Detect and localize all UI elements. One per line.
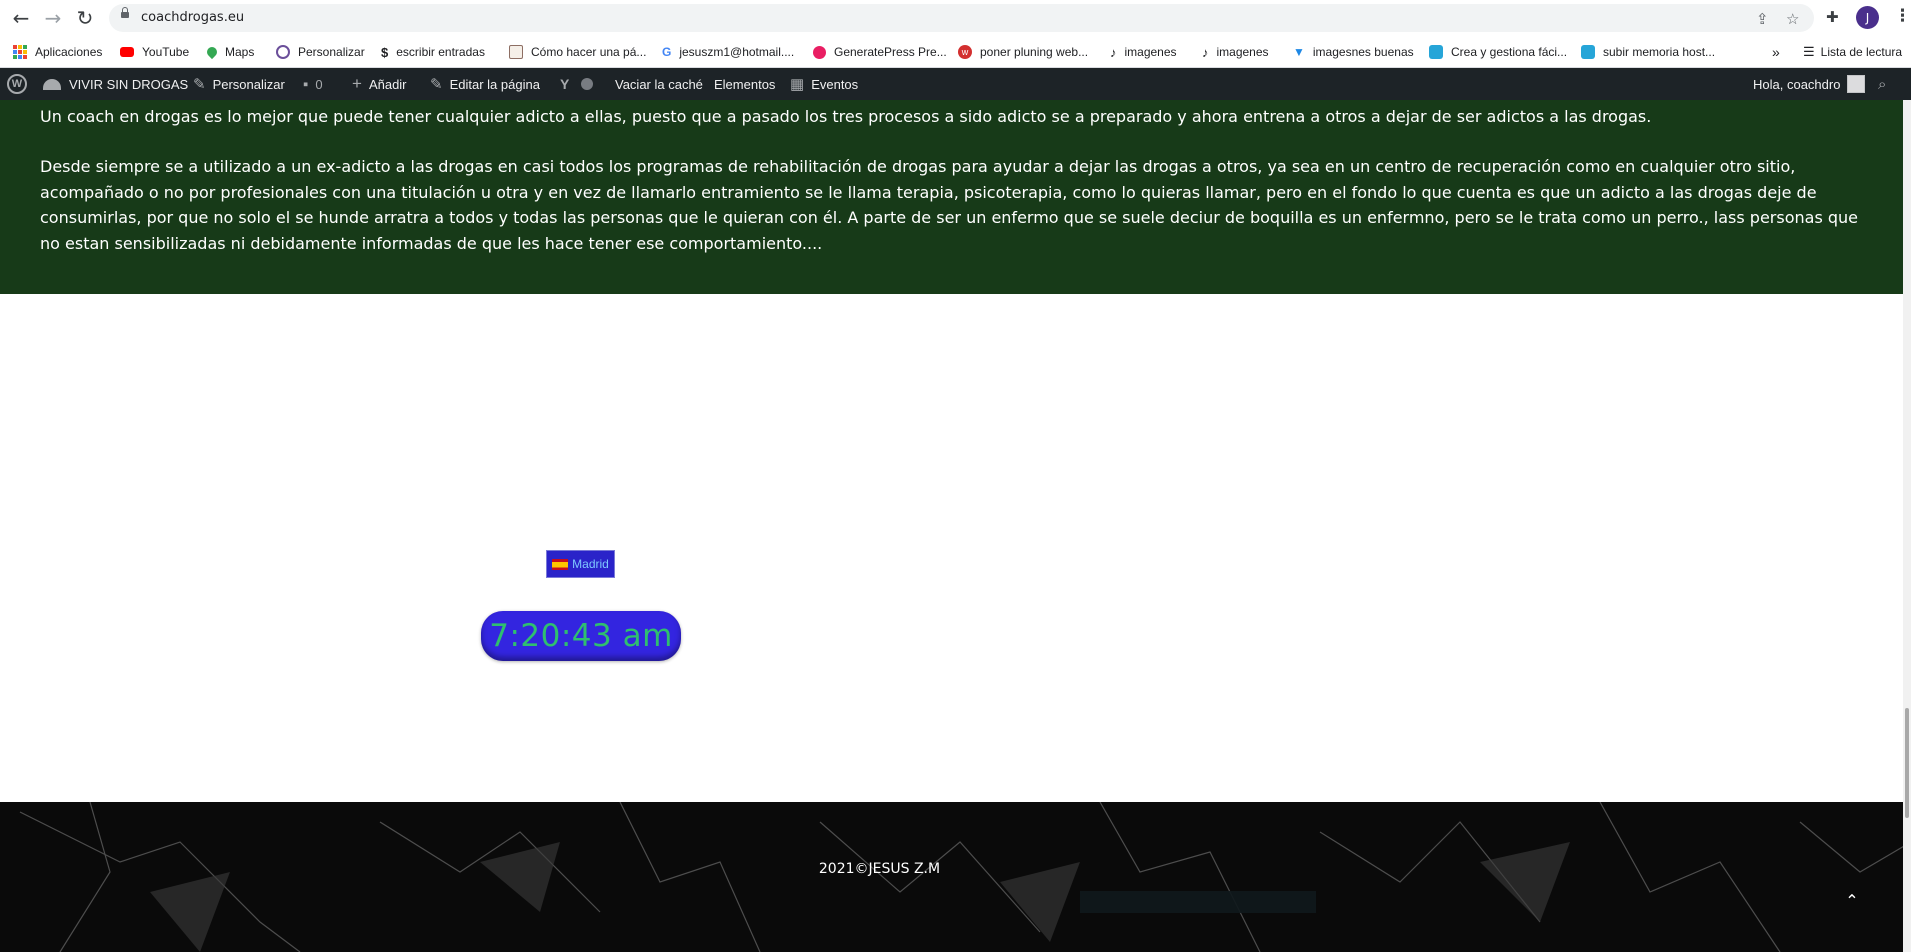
lock-icon[interactable] <box>121 7 129 18</box>
site-name-link[interactable]: VIVIR SIN DROGAS <box>43 68 188 100</box>
reading-list[interactable]: ☰ Lista de lectura <box>1803 42 1902 62</box>
paintbrush-icon: ✎ <box>193 76 206 93</box>
extensions-puzzle-icon[interactable]: ✚ <box>1826 8 1839 26</box>
generatepress-icon <box>813 45 826 59</box>
scrollbar-thumb[interactable] <box>1905 708 1909 818</box>
vector-v-icon: ▼ <box>1293 45 1305 59</box>
seo-status-dot-icon <box>581 78 594 90</box>
w-circle-icon: w <box>958 45 972 59</box>
s-square-icon <box>1429 45 1443 59</box>
page-scrollbar[interactable] <box>1903 100 1911 952</box>
browser-menu-icon[interactable]: ⋮ <box>1894 6 1911 26</box>
clear-cache-link[interactable]: Vaciar la caché <box>615 68 703 100</box>
bookmarks-bar: Aplicaciones YouTube Maps Personalizar $… <box>0 36 1911 68</box>
bookmark-poner-pluning[interactable]: w poner pluning web... <box>958 42 1088 62</box>
events-link[interactable]: ▦ Eventos <box>790 68 858 100</box>
intro-section: Un coach en drogas es lo mejor que puede… <box>0 100 1903 294</box>
reload-icon[interactable]: ↻ <box>73 6 97 30</box>
browser-toolbar: ← → ↻ coachdrogas.eu ⇪ ☆ ✚ J ⋮ <box>0 0 1911 36</box>
url-text[interactable]: coachdrogas.eu <box>141 10 244 25</box>
yoast-y-icon: Y <box>560 76 570 92</box>
tiktok-icon: ♪ <box>1202 44 1209 60</box>
calendar-icon: ▦ <box>790 76 805 93</box>
comments-link[interactable]: ▪ 0 <box>303 68 323 100</box>
apps-grid-icon <box>13 45 27 59</box>
copyright-text: 2021©JESUS Z.M <box>818 861 941 877</box>
bookmark-personalizar[interactable]: Personalizar <box>276 42 365 62</box>
back-arrow-icon[interactable]: ← <box>9 6 33 30</box>
elements-link[interactable]: Elementos <box>714 68 775 100</box>
user-avatar <box>1847 75 1866 93</box>
star-icon[interactable]: ☆ <box>1786 10 1799 28</box>
intro-paragraph-2: Desde siempre se a utilizado a un ex-adi… <box>40 157 1859 253</box>
bookmark-escribir-entradas[interactable]: $ escribir entradas <box>381 42 485 62</box>
dollar-icon: $ <box>381 44 389 60</box>
youtube-icon <box>120 47 134 57</box>
address-bar[interactable]: coachdrogas.eu ⇪ ☆ <box>109 4 1814 32</box>
profile-avatar[interactable]: J <box>1856 6 1879 29</box>
yoast-seo-button[interactable]: Y <box>560 68 594 100</box>
bookmark-imagesnes-buenas[interactable]: ▼ imagesnes buenas <box>1293 42 1414 62</box>
wordpress-icon <box>276 45 290 59</box>
footer-faint-widget <box>1080 891 1316 913</box>
bookmark-crea-gestiona[interactable]: Crea y gestiona fáci... <box>1429 42 1567 62</box>
bookmark-como-hacer[interactable]: Cómo hacer una pá... <box>509 42 646 62</box>
bookmark-youtube[interactable]: YouTube <box>120 42 189 62</box>
edit-page-link[interactable]: ✎ Editar la página <box>430 68 540 100</box>
s-square-icon <box>1581 45 1595 59</box>
bookmarks-overflow-icon[interactable]: » <box>1772 42 1780 62</box>
page-icon <box>509 45 523 59</box>
bookmark-hotmail[interactable]: G jesuszm1@hotmail.... <box>662 42 794 62</box>
dashboard-gauge-icon <box>43 78 61 90</box>
bookmark-subir-memoria[interactable]: subir memoria host... <box>1581 42 1715 62</box>
scroll-to-top-chevron-icon[interactable]: ⌃ <box>1840 888 1864 912</box>
add-new-link[interactable]: + Añadir <box>352 68 407 100</box>
admin-search-icon[interactable]: ⌕ <box>1878 68 1886 100</box>
marble-texture <box>19 802 1911 952</box>
customize-link[interactable]: ✎ Personalizar <box>193 68 285 100</box>
comment-bubble-icon: ▪ <box>303 75 309 93</box>
bookmark-imagenes-1[interactable]: ♪ imagenes <box>1110 42 1177 62</box>
site-footer: 2021©JESUS Z.M ⌃ <box>0 802 1911 952</box>
pencil-icon: ✎ <box>430 76 443 93</box>
google-icon: G <box>662 45 672 59</box>
tiktok-icon: ♪ <box>1110 44 1117 60</box>
reading-list-icon: ☰ <box>1803 44 1815 59</box>
my-account-link[interactable]: Hola, coachdro <box>1753 68 1866 100</box>
share-icon[interactable]: ⇪ <box>1756 10 1769 28</box>
digital-clock: 7:20:43 am <box>481 611 681 661</box>
intro-paragraph-1: Un coach en drogas es lo mejor que puede… <box>40 107 1652 126</box>
spain-flag-icon <box>552 558 569 570</box>
wp-admin-bar: W VIVIR SIN DROGAS ✎ Personalizar ▪ 0 + … <box>0 68 1911 100</box>
bookmark-generatepress[interactable]: GeneratePress Pre... <box>813 42 947 62</box>
plus-icon: + <box>352 74 362 93</box>
city-badge[interactable]: Madrid <box>546 550 615 578</box>
forward-arrow-icon[interactable]: → <box>41 6 65 30</box>
bookmark-apps[interactable]: Aplicaciones <box>13 42 102 62</box>
wordpress-logo-icon: W <box>7 74 27 94</box>
maps-pin-icon <box>204 44 220 60</box>
wp-logo-button[interactable]: W <box>7 68 27 100</box>
bookmark-imagenes-2[interactable]: ♪ imagenes <box>1202 42 1269 62</box>
bookmark-maps[interactable]: Maps <box>204 42 254 62</box>
